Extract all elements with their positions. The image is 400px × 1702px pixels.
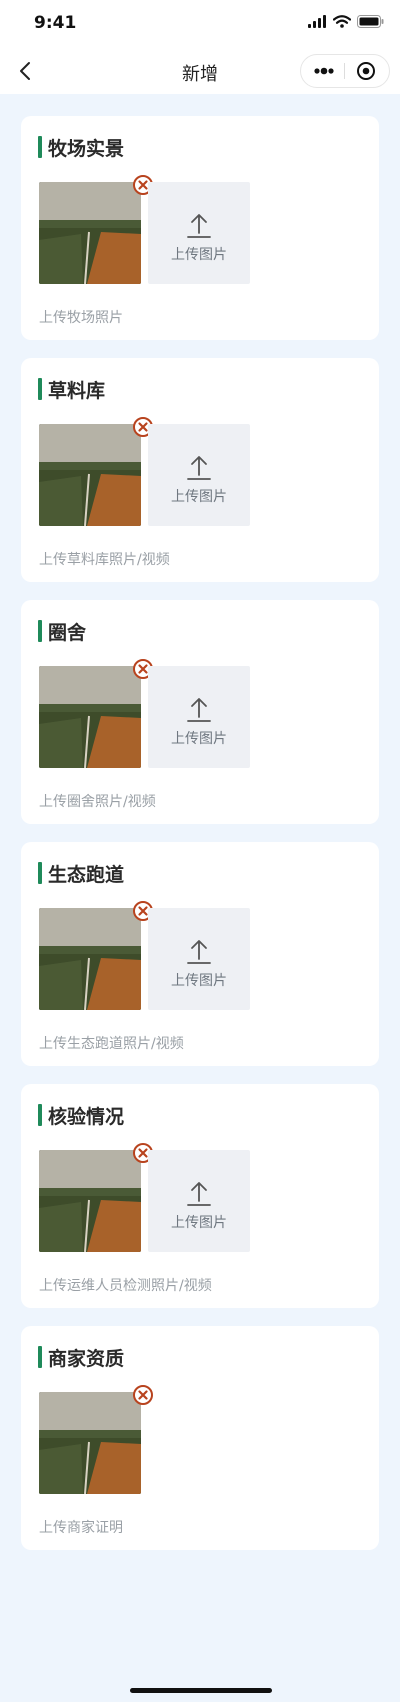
section-title: 圈舍 <box>48 622 87 644</box>
upload-image-label: 上传图片 <box>171 1215 227 1231</box>
upload-image-button[interactable]: 上传图片 <box>148 1150 250 1252</box>
upload-hint: 上传圈舍照片/视频 <box>39 794 156 810</box>
upload-image-button[interactable]: 上传图片 <box>148 182 250 284</box>
upload-image-label: 上传图片 <box>171 247 227 263</box>
upload-arrow-icon <box>187 456 211 480</box>
uploaded-photo-thumbnail[interactable] <box>39 182 141 284</box>
upload-image-label: 上传图片 <box>171 731 227 747</box>
section-card-pen: 圈舍 上传图片 上传圈舍照片/视频 <box>21 600 379 824</box>
section-card-ranch-scene: 牧场实景 上传图片 上传牧场照片 <box>21 116 379 340</box>
section-title: 核验情况 <box>48 1106 125 1128</box>
nav-bar: 新增 <box>0 48 400 94</box>
title-accent-bar <box>38 1346 42 1368</box>
title-accent-bar <box>38 378 42 400</box>
upload-hint: 上传运维人员检测照片/视频 <box>39 1278 212 1294</box>
uploaded-photo-thumbnail[interactable] <box>39 1150 141 1252</box>
upload-arrow-icon <box>187 940 211 964</box>
status-time: 9:41 <box>34 13 77 33</box>
section-card-forage-storage: 草料库 上传图片 上传草料库照片/视频 <box>21 358 379 582</box>
more-button[interactable] <box>307 59 341 83</box>
section-title: 草料库 <box>48 380 106 402</box>
upload-arrow-icon <box>187 214 211 238</box>
mini-program-capsule <box>300 54 390 88</box>
uploaded-photo-thumbnail[interactable] <box>39 666 141 768</box>
upload-arrow-icon <box>187 698 211 722</box>
section-card-eco-runway: 生态跑道 上传图片 上传生态跑道照片/视频 <box>21 842 379 1066</box>
section-title: 生态跑道 <box>48 864 125 886</box>
close-miniprogram-button[interactable] <box>349 59 383 83</box>
more-dots-icon <box>314 67 334 75</box>
upload-hint: 上传草料库照片/视频 <box>39 552 170 568</box>
section-card-merchant-qualification: 商家资质 上传商家证明 <box>21 1326 379 1550</box>
upload-image-button[interactable]: 上传图片 <box>148 424 250 526</box>
signal-icon <box>308 15 326 28</box>
title-accent-bar <box>38 862 42 884</box>
uploaded-photo-thumbnail[interactable] <box>39 908 141 1010</box>
upload-hint: 上传生态跑道照片/视频 <box>39 1036 184 1052</box>
uploaded-photo-thumbnail[interactable] <box>39 424 141 526</box>
status-bar: 9:41 <box>0 0 400 48</box>
upload-hint: 上传牧场照片 <box>39 310 123 326</box>
upload-image-button[interactable]: 上传图片 <box>148 666 250 768</box>
delete-photo-button[interactable] <box>132 1384 154 1406</box>
section-title: 牧场实景 <box>48 138 125 160</box>
home-indicator <box>130 1688 272 1693</box>
back-button[interactable] <box>12 58 38 84</box>
status-icons <box>307 15 384 28</box>
title-accent-bar <box>38 1104 42 1126</box>
wifi-icon <box>333 15 351 28</box>
target-circle-icon <box>357 62 375 80</box>
upload-image-label: 上传图片 <box>171 489 227 505</box>
capsule-divider <box>344 63 345 79</box>
title-accent-bar <box>38 136 42 158</box>
upload-arrow-icon <box>187 1182 211 1206</box>
section-card-verification: 核验情况 上传图片 上传运维人员检测照片/视频 <box>21 1084 379 1308</box>
upload-image-label: 上传图片 <box>171 973 227 989</box>
upload-hint: 上传商家证明 <box>39 1520 123 1536</box>
title-accent-bar <box>38 620 42 642</box>
chevron-left-icon <box>20 62 30 80</box>
section-title: 商家资质 <box>48 1348 125 1370</box>
battery-icon <box>357 15 384 28</box>
upload-image-button[interactable]: 上传图片 <box>148 908 250 1010</box>
uploaded-photo-thumbnail[interactable] <box>39 1392 141 1494</box>
